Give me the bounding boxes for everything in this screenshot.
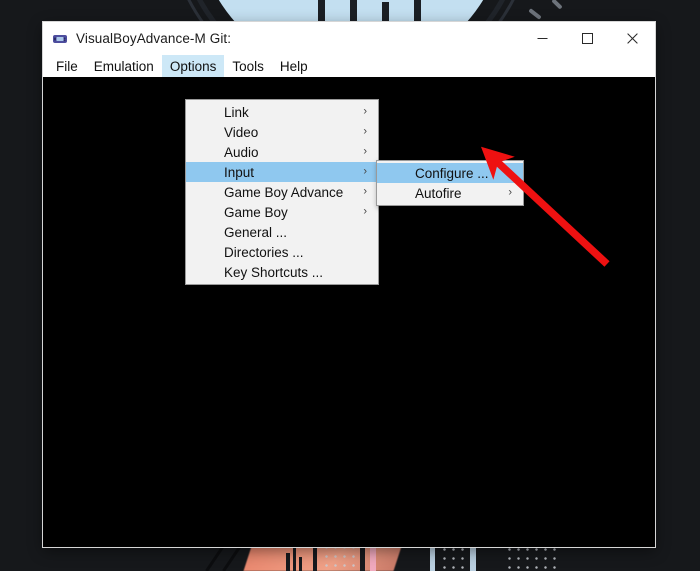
menu-item-label: Link <box>224 104 249 120</box>
menu-item-label: Directories ... <box>224 244 304 260</box>
input-submenu: Configure ... Autofire › <box>376 160 524 206</box>
menubar-item-emulation[interactable]: Emulation <box>86 55 162 77</box>
wallpaper-art-dots <box>440 545 468 571</box>
menu-item-link[interactable]: Link › <box>186 102 378 122</box>
menu-item-label: Input <box>224 164 255 180</box>
gameboy-icon <box>52 31 68 47</box>
wallpaper-art-bar <box>293 547 296 571</box>
wallpaper-art-bar <box>430 543 435 571</box>
close-button[interactable] <box>610 22 655 55</box>
menu-item-label: Audio <box>224 144 259 160</box>
wallpaper-art-bar <box>286 553 290 571</box>
menu-item-configure[interactable]: Configure ... <box>377 163 523 183</box>
chevron-right-icon: › <box>363 105 367 118</box>
wallpaper-tick <box>382 2 389 22</box>
wallpaper-tick <box>414 0 421 22</box>
title-bar[interactable]: VisualBoyAdvance-M Git: <box>43 22 655 55</box>
menubar-item-tools[interactable]: Tools <box>224 55 272 77</box>
application-window: VisualBoyAdvance-M Git: File Emulation O… <box>43 22 655 547</box>
menu-item-label: Game Boy <box>224 204 288 220</box>
menu-item-input[interactable]: Input › <box>186 162 378 182</box>
menu-item-label: Key Shortcuts ... <box>224 264 324 280</box>
menu-item-label: Video <box>224 124 259 140</box>
menu-item-audio[interactable]: Audio › <box>186 142 378 162</box>
menu-item-video[interactable]: Video › <box>186 122 378 142</box>
wallpaper-dash <box>551 0 563 10</box>
wallpaper-tick <box>350 0 357 22</box>
menu-item-game-boy-advance[interactable]: Game Boy Advance › <box>186 182 378 202</box>
wallpaper-tick <box>318 0 325 22</box>
chevron-right-icon: › <box>363 185 367 198</box>
window-controls <box>520 22 655 55</box>
window-title: VisualBoyAdvance-M Git: <box>76 31 232 46</box>
maximize-button[interactable] <box>565 22 610 55</box>
menu-item-label: Configure ... <box>415 165 489 181</box>
chevron-right-icon: › <box>363 145 367 158</box>
chevron-right-icon: › <box>363 125 367 138</box>
wallpaper-art-dots <box>505 545 561 571</box>
menu-item-game-boy[interactable]: Game Boy › <box>186 202 378 222</box>
chevron-right-icon: › <box>363 205 367 218</box>
wallpaper-art-bar <box>299 557 302 571</box>
wallpaper-art-dots <box>322 543 356 571</box>
menu-item-key-shortcuts[interactable]: Key Shortcuts ... <box>186 262 378 282</box>
chevron-right-icon: › <box>508 186 512 199</box>
menubar-item-options[interactable]: Options <box>161 55 225 77</box>
menubar-item-help[interactable]: Help <box>272 55 316 77</box>
menu-item-autofire[interactable]: Autofire › <box>377 183 523 203</box>
minimize-button[interactable] <box>520 22 565 55</box>
menubar-item-file[interactable]: File <box>48 55 86 77</box>
menu-item-directories[interactable]: Directories ... <box>186 242 378 262</box>
menu-item-general[interactable]: General ... <box>186 222 378 242</box>
menu-item-label: Game Boy Advance <box>224 184 344 200</box>
wallpaper-dash <box>528 8 542 20</box>
wallpaper-art-stroke <box>222 545 242 571</box>
menu-item-label: Autofire <box>415 185 462 201</box>
menu-bar: File Emulation Options Tools Help <box>43 55 655 77</box>
menu-item-label: General ... <box>224 224 288 240</box>
options-dropdown-menu: Link › Video › Audio › Input › Game Boy … <box>185 99 379 285</box>
chevron-right-icon: › <box>363 165 367 178</box>
